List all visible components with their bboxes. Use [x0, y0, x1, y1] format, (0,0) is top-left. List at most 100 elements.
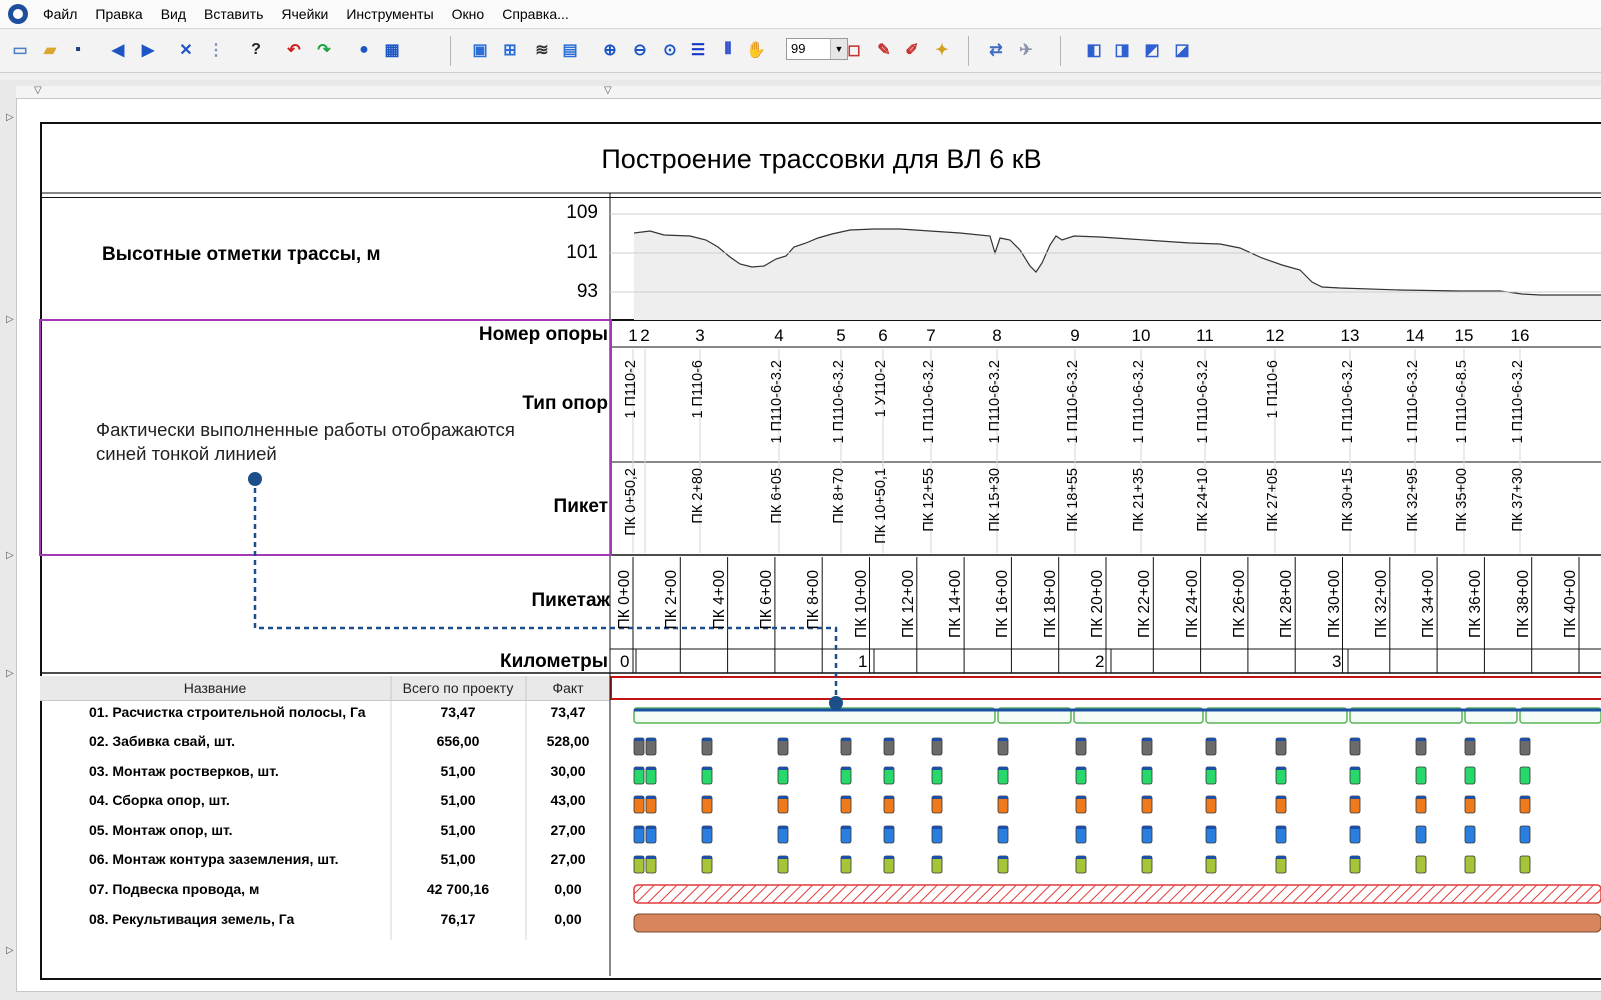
row-marker-icon[interactable]: ▷ [6, 945, 14, 956]
menu-cells[interactable]: Ячейки [272, 0, 337, 28]
support-picket: ПК 12+55 [921, 468, 937, 532]
row-marker-icon[interactable]: ▷ [6, 668, 14, 679]
table-row[interactable]: 01. Расчистка строительной полосы, Га 73,… [40, 701, 610, 731]
row-total: 76,17 [440, 911, 476, 927]
chainage-label: ПК 2+00 [663, 570, 681, 630]
table-row[interactable]: 06. Монтаж контура заземления, шт. 51,00 2… [40, 848, 610, 878]
km-label: Километры [500, 651, 608, 672]
table-row[interactable]: 04. Сборка опор, шт. 51,00 43,00 [40, 789, 610, 819]
zoom-in-icon[interactable]: ⊕ [598, 38, 622, 62]
back-arrow-icon[interactable]: ◀ [106, 38, 130, 62]
menu-bar: Файл Правка Вид Вставить Ячейки Инструме… [0, 0, 1601, 29]
row-marker-icon[interactable]: ▷ [6, 112, 14, 123]
save-icon[interactable]: ▪ [66, 38, 90, 62]
chainage-label: ПК 14+00 [947, 570, 965, 639]
support-number: 16 [1510, 326, 1530, 345]
menu-edit[interactable]: Правка [86, 0, 151, 28]
zoom-fit-icon[interactable]: ⊙ [658, 38, 682, 62]
table-row[interactable]: 05. Монтаж опор, шт. 51,00 27,00 [40, 819, 610, 849]
menu-tools[interactable]: Инструменты [337, 0, 442, 28]
support-type: 1 П110-2 [623, 360, 639, 419]
column-header-total[interactable]: Всего по проекту [391, 676, 525, 700]
chainage-label: ПК 10+00 [852, 570, 870, 639]
row-name: 04. Сборка опор, шт. [89, 792, 230, 808]
row-fact: 27,00 [550, 822, 586, 838]
row-fact: 27,00 [550, 851, 586, 867]
support-type: 1 У110-2 [873, 360, 889, 418]
row-name: 02. Забивка свай, шт. [89, 733, 236, 749]
layer-2-icon[interactable]: ◨ [1110, 38, 1134, 62]
row-marker-icon[interactable]: ▷ [6, 314, 14, 325]
timeline-header-frame [610, 676, 1601, 700]
rows-icon[interactable]: ☰ [686, 38, 710, 62]
app-logo-icon[interactable] [8, 4, 28, 24]
chainage-label: ПК 4+00 [710, 570, 728, 630]
row-name: 06. Монтаж контура заземления, шт. [89, 851, 339, 867]
support-type: 1 П110-6-3.2 [1510, 360, 1526, 444]
ruler-marker-icon[interactable]: ▽ [34, 85, 42, 96]
edit-icon[interactable]: ✎ [872, 38, 896, 62]
menu-file[interactable]: Файл [34, 0, 86, 28]
chart-icon[interactable]: ▣ [468, 38, 492, 62]
table-row[interactable]: 08. Рекультивация земель, Га 76,17 0,00 [40, 908, 610, 938]
support-number: 13 [1340, 326, 1360, 345]
table-icon[interactable]: ▦ [380, 38, 404, 62]
open-folder-icon[interactable]: ▰ [38, 38, 62, 62]
km-label: 1 [858, 652, 868, 671]
pencil-icon[interactable]: ✐ [900, 38, 924, 62]
toolbar-separator [1060, 36, 1061, 66]
user-icon[interactable]: ● [352, 38, 376, 62]
tools-icon[interactable]: ✕ [174, 38, 198, 62]
undo-icon[interactable]: ↶ [282, 38, 306, 62]
row-fact: 0,00 [554, 881, 582, 897]
forward-arrow-icon[interactable]: ▶ [136, 38, 160, 62]
layer-1-icon[interactable]: ◧ [1082, 38, 1106, 62]
menu-insert[interactable]: Вставить [195, 0, 272, 28]
grid-icon[interactable]: ⊞ [498, 38, 522, 62]
chainage-label: ПК 18+00 [1041, 570, 1059, 639]
menu-help[interactable]: Справка... [493, 0, 578, 28]
km-label: 0 [620, 652, 630, 671]
menu-window[interactable]: Окно [443, 0, 494, 28]
column-header-name[interactable]: Название [40, 676, 390, 700]
support-picket: ПК 21+35 [1131, 468, 1147, 532]
ruler-marker-icon[interactable]: ▽ [604, 85, 612, 96]
menu-view[interactable]: Вид [152, 0, 195, 28]
layer-3-icon[interactable]: ◩ [1140, 38, 1164, 62]
support-number-label: Номер опоры [478, 324, 608, 345]
support-picket: ПК 6+05 [769, 468, 785, 524]
chainage-label: ПК 36+00 [1467, 570, 1485, 639]
column-header-fact[interactable]: Факт [526, 676, 610, 700]
support-number: 14 [1405, 326, 1425, 345]
grid-dots-icon[interactable]: ⋮ [204, 38, 228, 62]
table-row[interactable]: 07. Подвеска провода, м 42 700,16 0,00 [40, 878, 610, 908]
layer-4-icon[interactable]: ◪ [1170, 38, 1194, 62]
support-picket: ПК 8+70 [831, 468, 847, 524]
row-total: 51,00 [440, 792, 476, 808]
chainage-label: ПК 34+00 [1420, 570, 1438, 639]
zoom-value: 99 [791, 41, 806, 56]
table-row[interactable]: 03. Монтаж ростверков, шт. 51,00 30,00 [40, 760, 610, 790]
redo-icon[interactable]: ↷ [312, 38, 336, 62]
row-fact: 73,47 [550, 704, 586, 720]
elevation-label: Высотные отметки трассы, м [102, 244, 381, 265]
filter-icon[interactable]: ≋ [530, 38, 554, 62]
page-icon[interactable]: ◻ [842, 38, 866, 62]
table-row[interactable]: 02. Забивка свай, шт. 656,00 528,00 [40, 730, 610, 760]
columns-icon[interactable]: ⫴ [716, 38, 740, 62]
row-total: 656,00 [436, 733, 480, 749]
row-fact: 30,00 [550, 763, 586, 779]
star-tool-icon[interactable]: ✦ [930, 38, 954, 62]
export-icon[interactable]: ▤ [558, 38, 582, 62]
support-picket: ПК 37+30 [1510, 468, 1526, 532]
plane-icon[interactable]: ✈ [1014, 38, 1038, 62]
zoom-out-icon[interactable]: ⊖ [628, 38, 652, 62]
zoom-select[interactable]: 99 ▼ [786, 38, 848, 60]
support-picket: ПК 27+05 [1265, 468, 1281, 532]
new-file-icon[interactable]: ▭ [8, 38, 32, 62]
chainage-label: ПК 6+00 [757, 570, 775, 630]
hand-icon[interactable]: ✋ [744, 38, 768, 62]
help-pointer-icon[interactable]: ? [244, 38, 268, 62]
row-marker-icon[interactable]: ▷ [6, 550, 14, 561]
link-tool-icon[interactable]: ⇄ [984, 38, 1008, 62]
